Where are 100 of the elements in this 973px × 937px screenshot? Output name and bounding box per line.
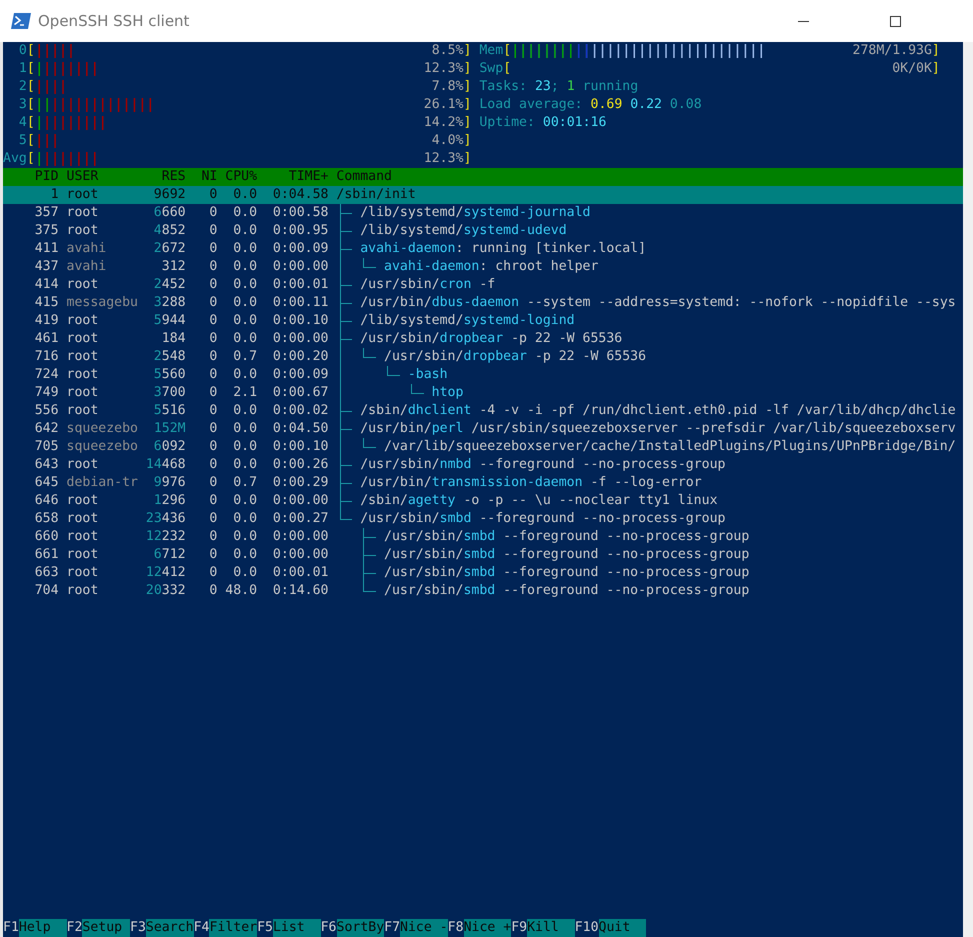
table-cell-text: 2452: [152, 276, 186, 294]
table-cell-text: root: [66, 384, 100, 402]
process-row[interactable]: 437 avahi 312 0 0.0 0:00.00 avahi-daemon: chroot helper: [3, 258, 963, 276]
meter-bracket: [: [503, 60, 512, 78]
column-header[interactable]: NI: [186, 168, 218, 186]
table-cell-text: avahi: [66, 258, 108, 276]
meter-label: Avg: [3, 150, 27, 168]
process-row[interactable]: 661 root 6712 0 0.0 0:00.00 /usr/sbin/smbd --foreground --no-process-group: [3, 546, 963, 564]
process-row[interactable]: 357 root 6660 0 0.0 0:00.58 /lib/systemd/systemd-journald: [3, 204, 963, 222]
command-text: /lib/systemd/systemd-logind: [360, 312, 575, 330]
scrollbar[interactable]: [963, 42, 973, 937]
process-row[interactable]: 556 root 5516 0 0.0 0:00.02 /sbin/dhclient -4 -v -i -pf /run/dhclient.eth0.pid -lf /var/lib/dhcp/dhclie: [3, 402, 963, 420]
process-row[interactable]: 646 root 1296 0 0.0 0:00.00 /sbin/agetty -o -p -- \u --noclear tty1 linux: [3, 492, 963, 510]
column-header[interactable]: PID: [3, 168, 59, 186]
function-key-button[interactable]: Nice +: [464, 919, 512, 937]
function-key-button[interactable]: List: [272, 919, 321, 937]
table-cell-text: 0:00.01: [272, 564, 328, 582]
function-key-button[interactable]: Filter: [209, 919, 258, 937]
process-row[interactable]: 642 squeezebo 152M 0 0.0 0:04.50 /usr/bin/perl /usr/sbin/squeezeboxserver --prefsdir /var/lib/squeezeboxserv: [3, 420, 963, 438]
meter-bracket: [: [26, 78, 35, 96]
table-cell-text: root: [66, 366, 100, 384]
process-row[interactable]: 414 root 2452 0 0.0 0:00.01 /usr/sbin/cron -f: [3, 276, 963, 294]
function-key-button[interactable]: Help: [18, 919, 67, 937]
column-header[interactable]: USER: [66, 168, 146, 186]
table-cell-text: 0: [208, 438, 218, 456]
process-row[interactable]: 724 root 5560 0 0.0 0:00.09 -bash: [3, 366, 963, 384]
meter-bracket: [: [26, 114, 35, 132]
function-key-button[interactable]: Nice -: [400, 919, 448, 937]
table-cell-text: root: [66, 330, 100, 348]
table-cell-text: 411: [34, 240, 59, 258]
table-cell-text: 3700: [152, 384, 186, 402]
column-header[interactable]: CPU%: [217, 168, 258, 186]
table-cell-text: 0: [208, 492, 218, 510]
function-key-button[interactable]: Kill: [527, 919, 575, 937]
process-row[interactable]: 658 root 23436 0 0.0 0:00.27 /usr/sbin/smbd --foreground --no-process-group: [3, 510, 963, 528]
command-text: -bash: [408, 366, 448, 384]
meter-bracket: [: [26, 96, 35, 114]
command-text: avahi-daemon: running [tinker.local]: [360, 240, 646, 258]
table-cell-text: root: [66, 528, 100, 546]
table-cell-text: 724: [34, 366, 59, 384]
meter-reading: 12.3%: [422, 150, 464, 168]
function-key-button[interactable]: Quit: [598, 919, 646, 937]
process-row[interactable]: 749 root 3700 0 2.1 0:00.67 htop: [3, 384, 963, 402]
table-cell-text: 0:00.29: [272, 474, 328, 492]
command-text: /usr/sbin/smbd --foreground --no-process-group: [384, 564, 750, 582]
meter-reading: 26.1%: [422, 96, 464, 114]
process-row[interactable]: 375 root 4852 0 0.0 0:00.95 /lib/systemd/systemd-udevd: [3, 222, 963, 240]
column-header[interactable]: TIME+: [257, 168, 328, 186]
table-cell-text: 0.0: [232, 186, 258, 204]
table-cell-text: squeezebo: [66, 420, 139, 438]
process-row[interactable]: 461 root 184 0 0.0 0:00.00 /usr/sbin/dropbear -p 22 -W 65536: [3, 330, 963, 348]
table-cell-text: 184: [160, 330, 186, 348]
table-cell-text: 0.0: [232, 258, 258, 276]
table-cell-text: 0:00.09: [272, 366, 328, 384]
process-row[interactable]: 1 root 9692 0 0.0 0:04.58 /sbin/init: [3, 186, 963, 204]
table-cell-text: root: [66, 276, 100, 294]
key-label: F6: [320, 919, 336, 937]
process-row[interactable]: 704 root 20332 0 48.0 0:14.60 /usr/sbin/smbd --foreground --no-process-group: [3, 582, 963, 600]
key-label: F10: [574, 919, 599, 937]
table-cell-text: 6712: [152, 546, 186, 564]
process-row[interactable]: 643 root 14468 0 0.0 0:00.26 /usr/sbin/nmbd --foreground --no-process-group: [3, 456, 963, 474]
table-cell-text: 5560: [152, 366, 186, 384]
table-cell-text: 461: [34, 330, 59, 348]
function-key-button[interactable]: Search: [146, 919, 194, 937]
table-cell-text: 0.0: [232, 402, 258, 420]
maximize-icon: [890, 16, 900, 26]
meter-reading: 12.3%: [422, 60, 464, 78]
table-cell-text: 658: [34, 510, 59, 528]
terminal-icon: [11, 13, 31, 29]
table-cell-text: 0: [208, 456, 218, 474]
table-cell-text: root: [66, 402, 100, 420]
process-row[interactable]: 645 debian-tr 9976 0 0.7 0:00.29 /usr/bin/transmission-daemon -f --log-error: [3, 474, 963, 492]
command-text: /usr/sbin/cron -f: [360, 276, 496, 294]
table-cell-text: 0: [208, 186, 218, 204]
process-row[interactable]: 716 root 2548 0 0.7 0:00.20 /usr/sbin/dropbear -p 22 -W 65536: [3, 348, 963, 366]
table-cell-text: 0.0: [232, 456, 258, 474]
meter-label: 4: [18, 114, 27, 132]
process-row[interactable]: 663 root 12412 0 0.0 0:00.01 /usr/sbin/smbd --foreground --no-process-group: [3, 564, 963, 582]
key-label: F1: [3, 919, 19, 937]
table-cell-text: 0.0: [232, 366, 258, 384]
process-row[interactable]: 411 avahi 2672 0 0.0 0:00.09 avahi-daemon: running [tinker.local]: [3, 240, 963, 258]
process-row[interactable]: 660 root 12232 0 0.0 0:00.00 /usr/sbin/smbd --foreground --no-process-group: [3, 528, 963, 546]
process-row[interactable]: 705 squeezebo 6092 0 0.0 0:00.10 /var/lib/squeezeboxserver/cache/InstalledPlugins/Plugins/UPnPBridge/Bin/: [3, 438, 963, 456]
function-key-button[interactable]: Setup: [82, 919, 130, 937]
function-key-button[interactable]: SortBy: [336, 919, 384, 937]
table-cell-text: 0:00.27: [272, 510, 328, 528]
table-cell-text: root: [66, 456, 100, 474]
table-cell-text: 0:00.00: [272, 492, 328, 510]
column-header[interactable]: RES: [146, 168, 186, 186]
table-cell-text: 0.0: [232, 240, 258, 258]
table-cell-text: root: [66, 312, 100, 330]
table-cell-text: 0:00.10: [272, 312, 328, 330]
meter-bracket: [: [503, 42, 512, 60]
table-cell-text: 5944: [152, 312, 186, 330]
table-cell-text: 0: [208, 312, 218, 330]
process-row[interactable]: 415 messagebu 3288 0 0.0 0:00.11 /usr/bin/dbus-daemon --system --address=systemd: --nofork --nopidfile --sys: [3, 294, 963, 312]
table-cell-text: 0:00.00: [272, 330, 328, 348]
column-header[interactable]: Command: [336, 168, 392, 186]
meter-label: Mem: [479, 42, 504, 60]
process-row[interactable]: 419 root 5944 0 0.0 0:00.10 /lib/systemd/systemd-logind: [3, 312, 963, 330]
